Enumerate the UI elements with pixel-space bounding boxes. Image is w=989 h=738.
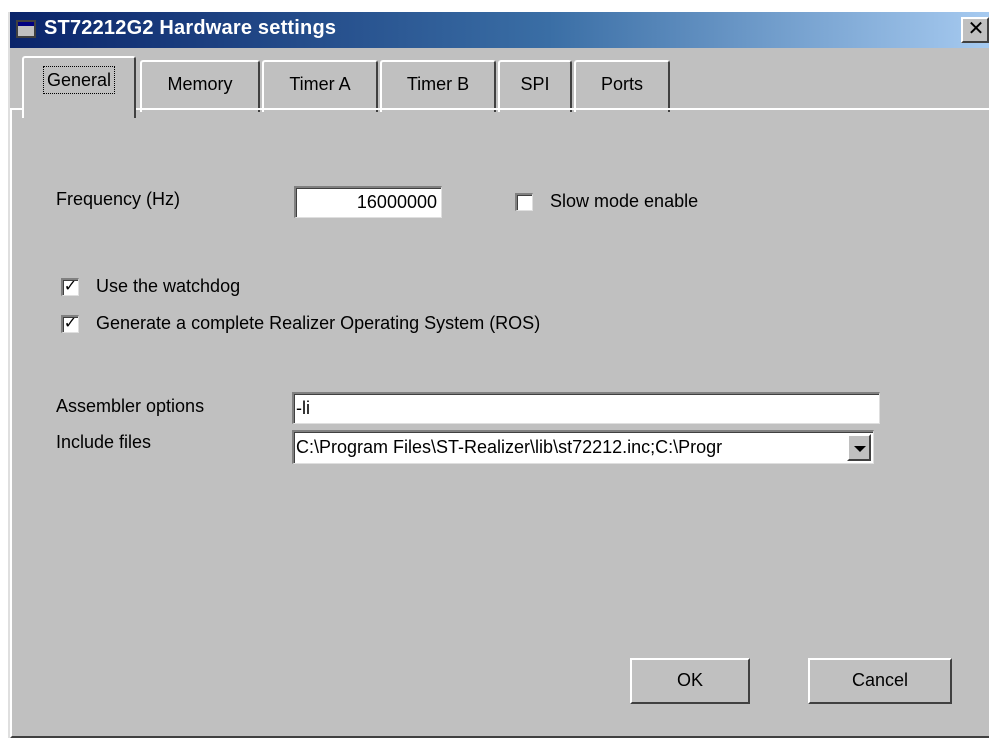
tab-timer-a[interactable]: Timer A: [262, 60, 378, 112]
checkmark-icon: ✓: [63, 315, 78, 332]
watchdog-checkbox[interactable]: ✓: [61, 278, 79, 296]
frequency-label: Frequency (Hz): [56, 189, 181, 209]
tab-general-label: General: [42, 66, 116, 94]
tab-timer-b[interactable]: Timer B: [380, 60, 496, 112]
tab-memory[interactable]: Memory: [140, 60, 260, 112]
slow-mode-label: Slow mode enable: [550, 191, 699, 211]
checkmark-icon: ✓: [63, 278, 78, 295]
close-icon: ✕: [967, 18, 985, 40]
close-button[interactable]: ✕: [961, 17, 989, 43]
include-files-label: Include files: [56, 432, 152, 452]
tab-timer-b-label: Timer B: [406, 74, 470, 94]
tab-memory-label: Memory: [167, 74, 233, 94]
tab-spi-label: SPI: [520, 74, 550, 94]
ros-checkbox[interactable]: ✓: [61, 315, 79, 333]
assembler-options-input[interactable]: [292, 392, 880, 424]
chevron-down-icon[interactable]: [847, 434, 871, 461]
frequency-input[interactable]: [294, 186, 442, 218]
include-files-value: C:\Program Files\ST-Realizer\lib\st72212…: [296, 437, 723, 457]
ros-label: Generate a complete Realizer Operating S…: [96, 313, 541, 333]
title-bar[interactable]: ST72212G2 Hardware settings ✕: [10, 12, 989, 48]
hardware-settings-dialog: ST72212G2 Hardware settings ✕ General Me…: [8, 12, 989, 738]
slow-mode-checkbox[interactable]: [515, 193, 533, 211]
tab-timer-a-label: Timer A: [289, 74, 351, 94]
general-tab-panel: Frequency (Hz) Slow mode enable ✓ Use th…: [10, 108, 989, 738]
tab-spi[interactable]: SPI: [498, 60, 572, 112]
window-app-icon: [16, 20, 36, 38]
window-title: ST72212G2 Hardware settings: [44, 17, 337, 39]
include-files-combobox[interactable]: C:\Program Files\ST-Realizer\lib\st72212…: [292, 430, 874, 464]
tab-ports-label: Ports: [600, 74, 643, 94]
ok-button[interactable]: OK: [630, 658, 750, 704]
assembler-options-label: Assembler options: [56, 396, 205, 416]
tab-general[interactable]: General: [22, 56, 136, 118]
watchdog-label: Use the watchdog: [96, 276, 241, 296]
tab-ports[interactable]: Ports: [574, 60, 670, 112]
cancel-button[interactable]: Cancel: [808, 658, 952, 704]
